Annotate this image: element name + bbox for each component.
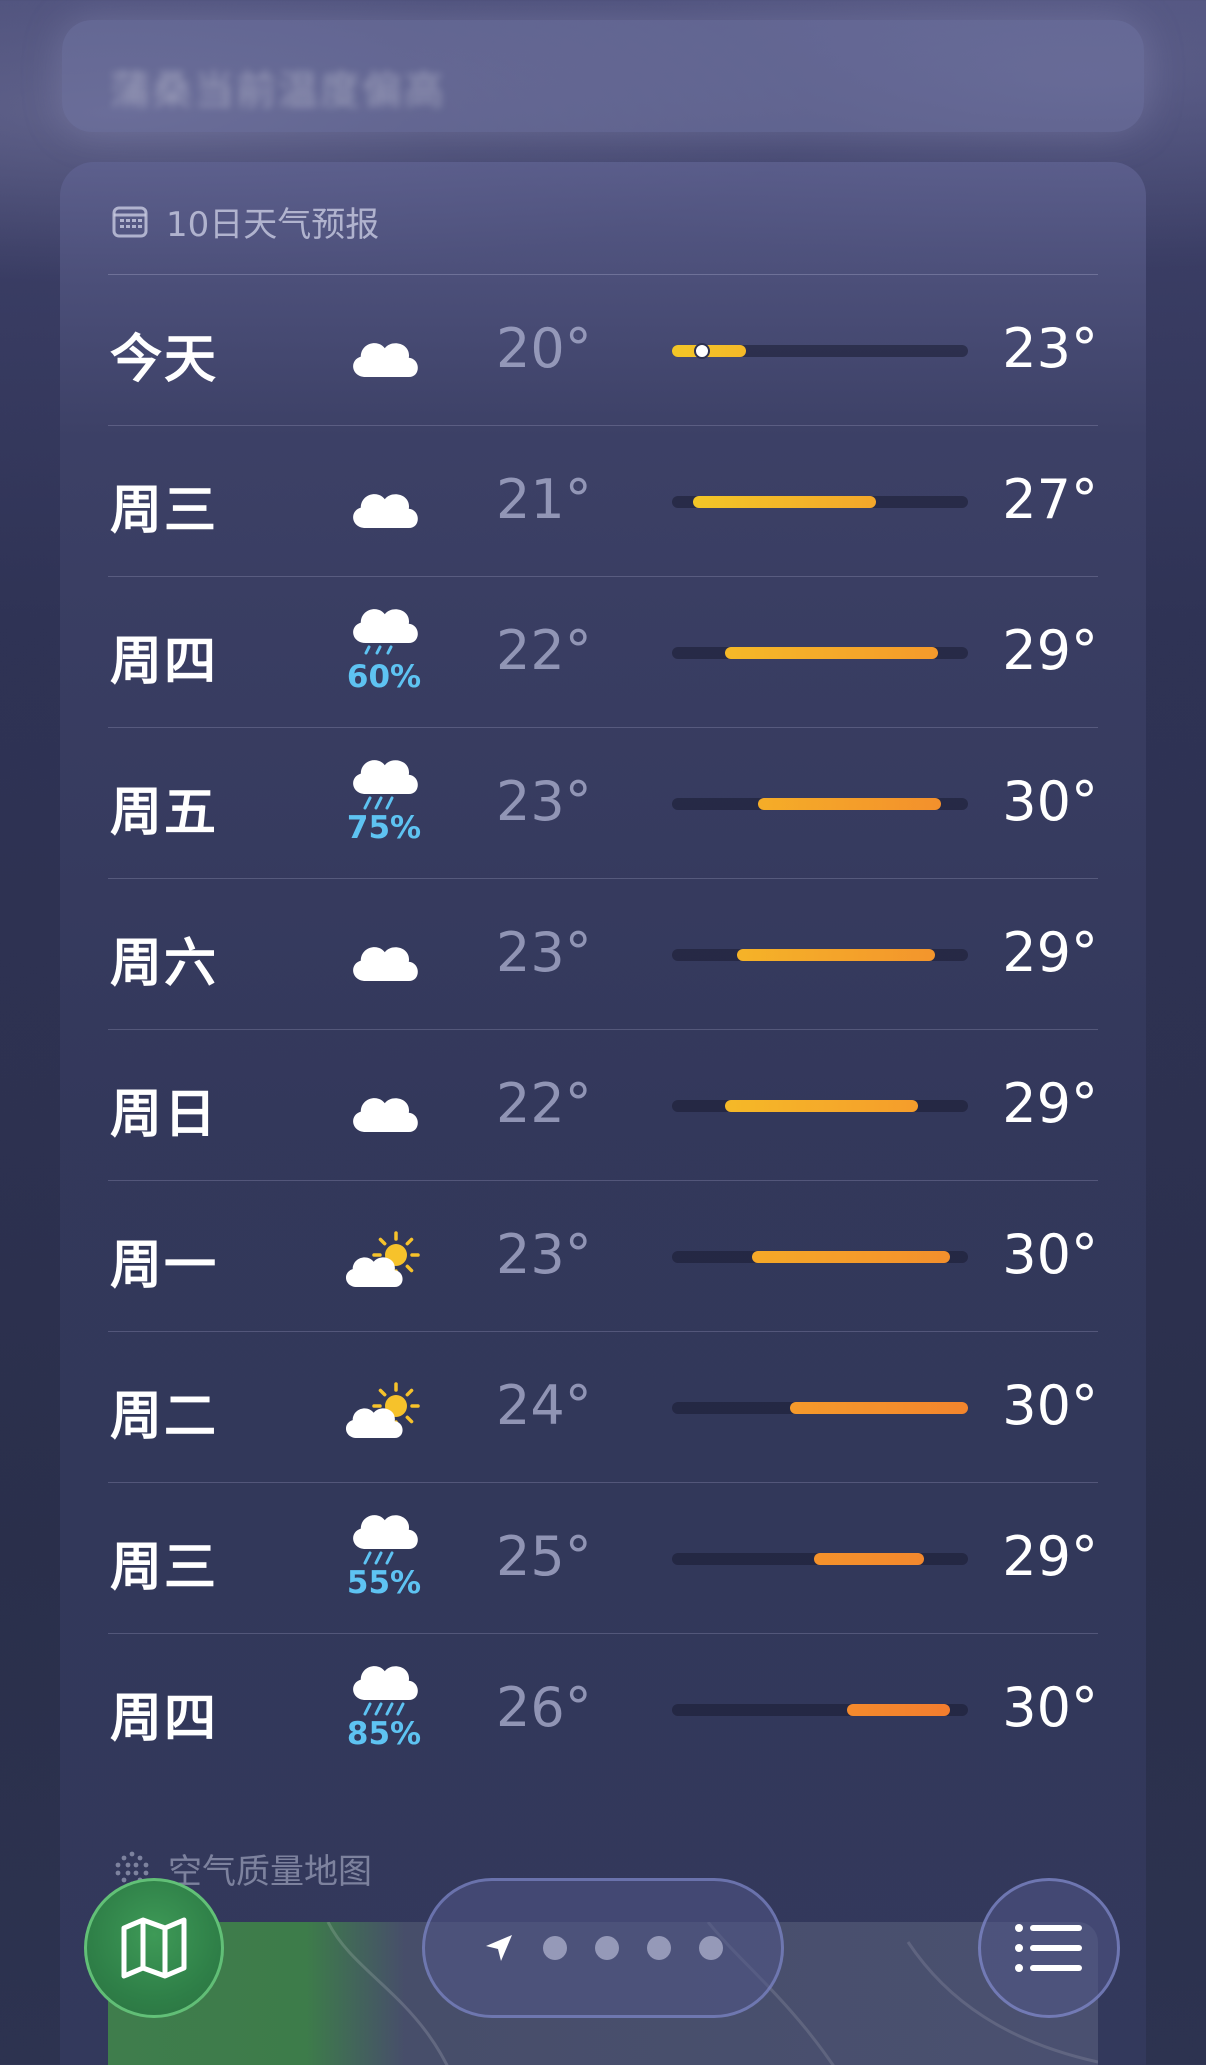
high-temp: 29° <box>1002 1525 1098 1588</box>
forecast-row[interactable]: 周五 75% 23° 30° <box>108 728 1098 879</box>
temp-range-bar <box>672 949 968 961</box>
forecast-header: 10日天气预报 <box>112 196 379 246</box>
day-label: 今天 <box>110 330 219 390</box>
ten-day-forecast-card[interactable]: 10日天气预报 今天 20° 23° 周三 21° 27° 周四 60% 22° 29° 周五 75%… <box>60 162 1146 2065</box>
page-dot[interactable] <box>595 1936 619 1960</box>
temp-range-fill <box>737 949 936 961</box>
low-temp: 23° <box>496 921 592 984</box>
precipitation-chance: 75% <box>346 810 422 846</box>
high-temp: 23° <box>1002 317 1098 380</box>
high-temp: 29° <box>1002 1072 1098 1135</box>
low-temp: 20° <box>496 317 592 380</box>
day-label: 周四 <box>110 1689 219 1749</box>
low-temp: 23° <box>496 1223 592 1286</box>
forecast-rows: 今天 20° 23° 周三 21° 27° 周四 60% 22° 29° 周五 75% 23° 30° 周六… <box>108 275 1098 1784</box>
map-button[interactable] <box>84 1878 224 2018</box>
temp-range-fill <box>725 1100 918 1112</box>
low-temp: 24° <box>496 1374 592 1437</box>
day-label: 周五 <box>110 783 219 843</box>
cloud-heavy-rain-icon: 85% <box>332 1652 432 1762</box>
high-temp: 27° <box>1002 468 1098 531</box>
forecast-row[interactable]: 周四 60% 22° 29° <box>108 577 1098 728</box>
location-arrow-icon[interactable] <box>483 1932 515 1964</box>
page-dot[interactable] <box>699 1936 723 1960</box>
day-label: 周日 <box>110 1085 219 1145</box>
temp-range-bar <box>672 1402 968 1414</box>
city-list-button[interactable] <box>978 1878 1120 2018</box>
day-label: 周三 <box>110 1538 219 1598</box>
page-dot[interactable] <box>543 1936 567 1960</box>
high-temp: 30° <box>1002 1676 1098 1739</box>
blurred-summary-text: 蒲桑当前温度偏高 <box>110 68 446 114</box>
top-summary-card: 蒲桑当前温度偏高 <box>62 20 1144 132</box>
temp-range-bar <box>672 1553 968 1565</box>
low-temp: 23° <box>496 770 592 833</box>
day-label: 周三 <box>110 481 219 541</box>
low-temp: 26° <box>496 1676 592 1739</box>
temp-range-fill <box>814 1553 924 1565</box>
low-temp: 25° <box>496 1525 592 1588</box>
high-temp: 30° <box>1002 1374 1098 1437</box>
temp-range-bar <box>672 1100 968 1112</box>
forecast-row[interactable]: 周六 23° 29° <box>108 879 1098 1030</box>
low-temp: 22° <box>496 1072 592 1135</box>
temp-range-bar <box>672 496 968 508</box>
high-temp: 29° <box>1002 619 1098 682</box>
precipitation-chance: 55% <box>346 1565 422 1601</box>
temp-range-fill <box>725 647 939 659</box>
forecast-title: 10日天气预报 <box>166 204 380 245</box>
temp-range-bar <box>672 647 968 659</box>
partly-sunny-icon <box>332 1219 432 1329</box>
calendar-icon <box>112 206 148 238</box>
day-label: 周二 <box>110 1387 219 1447</box>
temp-range-bar <box>672 1251 968 1263</box>
current-temp-marker <box>693 343 710 359</box>
partly-sunny-icon <box>332 1370 432 1480</box>
list-icon <box>1015 1924 1082 1972</box>
temp-range-fill <box>751 1251 951 1263</box>
precipitation-chance: 85% <box>346 1716 422 1752</box>
forecast-row[interactable]: 周二 24° 30° <box>108 1332 1098 1483</box>
temp-range-fill <box>790 1402 968 1414</box>
forecast-row[interactable]: 周一 23° 30° <box>108 1181 1098 1332</box>
low-temp: 21° <box>496 468 592 531</box>
location-pager[interactable] <box>422 1878 784 2018</box>
cloud-icon <box>332 464 432 574</box>
low-temp: 22° <box>496 619 592 682</box>
cloud-icon <box>332 313 432 423</box>
forecast-row[interactable]: 周三 55% 25° 29° <box>108 1483 1098 1634</box>
day-label: 周一 <box>110 1236 219 1296</box>
forecast-row[interactable]: 周日 22° 29° <box>108 1030 1098 1181</box>
temp-range-fill <box>692 496 877 508</box>
cloud-icon <box>332 1068 432 1178</box>
temp-range-bar <box>672 1704 968 1716</box>
high-temp: 29° <box>1002 921 1098 984</box>
forecast-row[interactable]: 今天 20° 23° <box>108 275 1098 426</box>
day-label: 周四 <box>110 632 219 692</box>
temp-range-fill <box>757 798 942 810</box>
day-label: 周六 <box>110 934 219 994</box>
cloud-rain-light-icon: 60% <box>332 595 432 705</box>
cloud-icon <box>332 917 432 1027</box>
page-dot[interactable] <box>647 1936 671 1960</box>
high-temp: 30° <box>1002 1223 1098 1286</box>
temp-range-bar <box>672 798 968 810</box>
map-icon <box>121 1917 187 1979</box>
bottom-toolbar <box>0 1860 1206 2065</box>
temp-range-fill <box>846 1704 951 1716</box>
precipitation-chance: 60% <box>346 659 422 695</box>
forecast-row[interactable]: 周三 21° 27° <box>108 426 1098 577</box>
cloud-rain-icon: 75% <box>332 746 432 856</box>
cloud-rain-icon: 55% <box>332 1501 432 1611</box>
high-temp: 30° <box>1002 770 1098 833</box>
temp-range-bar <box>672 343 968 359</box>
forecast-row[interactable]: 周四 85% 26° 30° <box>108 1634 1098 1784</box>
